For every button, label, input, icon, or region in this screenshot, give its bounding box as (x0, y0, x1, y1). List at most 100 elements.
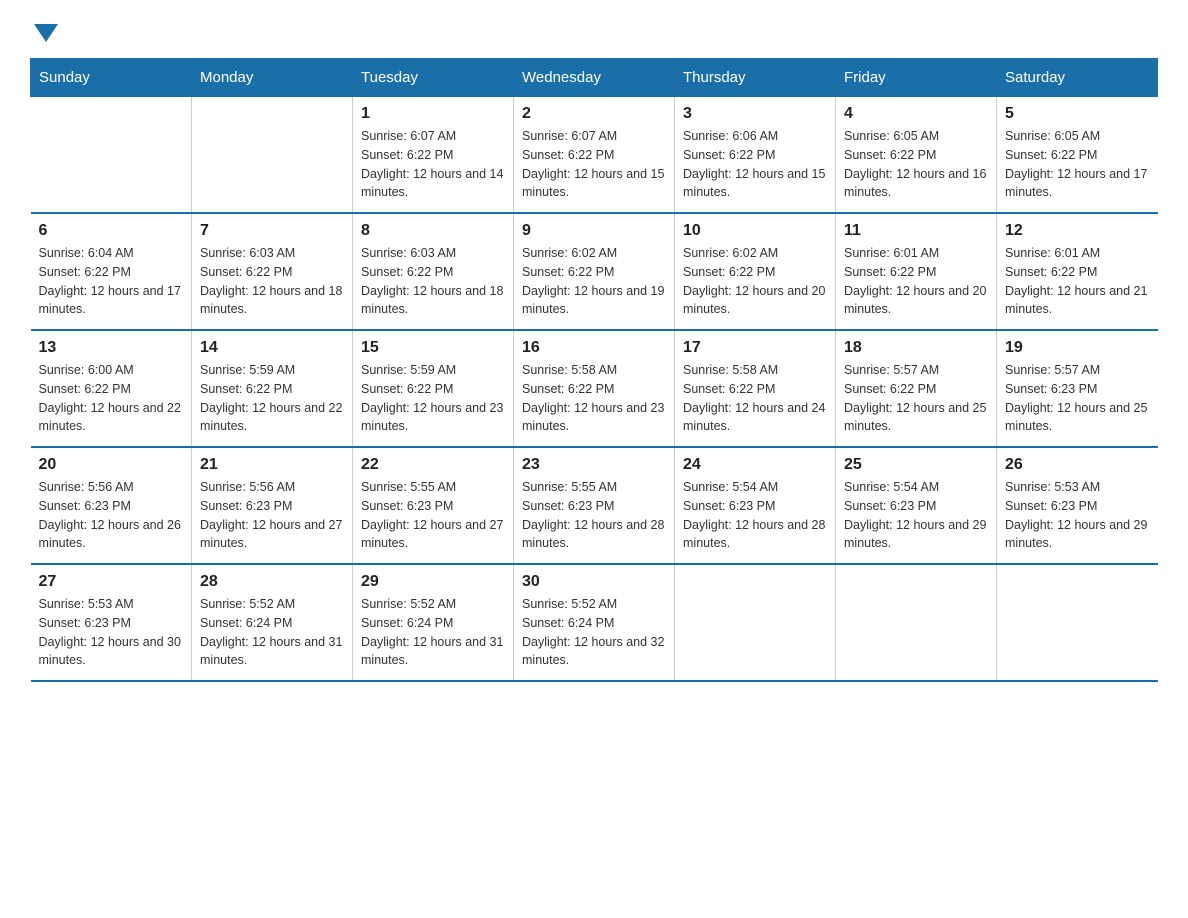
day-number: 13 (39, 339, 184, 357)
weekday-header-wednesday: Wednesday (514, 59, 675, 97)
day-number: 8 (361, 222, 505, 240)
day-info: Sunrise: 5:59 AMSunset: 6:22 PMDaylight:… (361, 361, 505, 436)
calendar-cell (997, 564, 1158, 681)
day-info: Sunrise: 6:07 AMSunset: 6:22 PMDaylight:… (361, 127, 505, 202)
day-info: Sunrise: 6:02 AMSunset: 6:22 PMDaylight:… (522, 244, 666, 319)
day-info: Sunrise: 5:57 AMSunset: 6:22 PMDaylight:… (844, 361, 988, 436)
day-info: Sunrise: 5:52 AMSunset: 6:24 PMDaylight:… (522, 595, 666, 670)
day-info: Sunrise: 5:58 AMSunset: 6:22 PMDaylight:… (522, 361, 666, 436)
day-number: 27 (39, 573, 184, 591)
weekday-header-row: SundayMondayTuesdayWednesdayThursdayFrid… (31, 59, 1158, 97)
logo-arrow-icon (34, 24, 58, 42)
day-info: Sunrise: 5:52 AMSunset: 6:24 PMDaylight:… (200, 595, 344, 670)
weekday-header-sunday: Sunday (31, 59, 192, 97)
logo (30, 20, 58, 40)
calendar-cell: 30Sunrise: 5:52 AMSunset: 6:24 PMDayligh… (514, 564, 675, 681)
day-number: 10 (683, 222, 827, 240)
calendar-body: 1 Sunrise: 6:07 AMSunset: 6:22 PMDaylight… (31, 97, 1158, 682)
day-info: Sunrise: 5:54 AMSunset: 6:23 PMDaylight:… (683, 478, 827, 553)
calendar-week-row: 20 Sunrise: 5:56 AMSunset: 6:23 PMDayligh… (31, 447, 1158, 564)
day-info: Sunrise: 5:53 AMSunset: 6:23 PMDaylight:… (1005, 478, 1150, 553)
calendar-cell (31, 97, 192, 214)
calendar-cell: 4Sunrise: 6:05 AMSunset: 6:22 PMDaylight… (836, 97, 997, 214)
day-info: Sunrise: 5:57 AMSunset: 6:23 PMDaylight:… (1005, 361, 1150, 436)
day-number: 16 (522, 339, 666, 357)
weekday-header-tuesday: Tuesday (353, 59, 514, 97)
calendar-cell: 18 Sunrise: 5:57 AMSunset: 6:22 PMDayligh… (836, 330, 997, 447)
calendar-cell: 22 Sunrise: 5:55 AMSunset: 6:23 PMDayligh… (353, 447, 514, 564)
day-info: Sunrise: 6:01 AMSunset: 6:22 PMDaylight:… (844, 244, 988, 319)
calendar-cell: 26Sunrise: 5:53 AMSunset: 6:23 PMDayligh… (997, 447, 1158, 564)
weekday-header-saturday: Saturday (997, 59, 1158, 97)
calendar-cell: 8Sunrise: 6:03 AMSunset: 6:22 PMDaylight… (353, 213, 514, 330)
day-number: 7 (200, 222, 344, 240)
day-number: 9 (522, 222, 666, 240)
day-info: Sunrise: 6:06 AMSunset: 6:22 PMDaylight:… (683, 127, 827, 202)
calendar-cell: 17 Sunrise: 5:58 AMSunset: 6:22 PMDayligh… (675, 330, 836, 447)
calendar-cell: 19 Sunrise: 5:57 AMSunset: 6:23 PMDayligh… (997, 330, 1158, 447)
calendar-table: SundayMondayTuesdayWednesdayThursdayFrid… (30, 58, 1158, 682)
day-info: Sunrise: 5:55 AMSunset: 6:23 PMDaylight:… (522, 478, 666, 553)
calendar-cell: 21 Sunrise: 5:56 AMSunset: 6:23 PMDayligh… (192, 447, 353, 564)
calendar-cell: 27 Sunrise: 5:53 AMSunset: 6:23 PMDayligh… (31, 564, 192, 681)
calendar-week-row: 1 Sunrise: 6:07 AMSunset: 6:22 PMDaylight… (31, 97, 1158, 214)
day-info: Sunrise: 5:59 AMSunset: 6:22 PMDaylight:… (200, 361, 344, 436)
day-number: 17 (683, 339, 827, 357)
day-info: Sunrise: 6:03 AMSunset: 6:22 PMDaylight:… (200, 244, 344, 319)
day-number: 5 (1005, 105, 1150, 123)
calendar-cell: 13Sunrise: 6:00 AMSunset: 6:22 PMDayligh… (31, 330, 192, 447)
day-info: Sunrise: 6:05 AMSunset: 6:22 PMDaylight:… (1005, 127, 1150, 202)
calendar-cell (192, 97, 353, 214)
day-number: 23 (522, 456, 666, 474)
day-number: 11 (844, 222, 988, 240)
calendar-cell: 16 Sunrise: 5:58 AMSunset: 6:22 PMDayligh… (514, 330, 675, 447)
day-info: Sunrise: 5:56 AMSunset: 6:23 PMDaylight:… (39, 478, 184, 553)
calendar-cell (836, 564, 997, 681)
calendar-cell: 5 Sunrise: 6:05 AMSunset: 6:22 PMDaylight… (997, 97, 1158, 214)
calendar-cell: 23 Sunrise: 5:55 AMSunset: 6:23 PMDayligh… (514, 447, 675, 564)
day-info: Sunrise: 6:07 AMSunset: 6:22 PMDaylight:… (522, 127, 666, 202)
day-number: 25 (844, 456, 988, 474)
day-number: 20 (39, 456, 184, 474)
calendar-cell: 12Sunrise: 6:01 AMSunset: 6:22 PMDayligh… (997, 213, 1158, 330)
calendar-header: SundayMondayTuesdayWednesdayThursdayFrid… (31, 59, 1158, 97)
calendar-week-row: 27 Sunrise: 5:53 AMSunset: 6:23 PMDayligh… (31, 564, 1158, 681)
day-number: 4 (844, 105, 988, 123)
day-number: 21 (200, 456, 344, 474)
weekday-header-friday: Friday (836, 59, 997, 97)
calendar-cell: 14 Sunrise: 5:59 AMSunset: 6:22 PMDayligh… (192, 330, 353, 447)
calendar-cell: 28Sunrise: 5:52 AMSunset: 6:24 PMDayligh… (192, 564, 353, 681)
day-number: 2 (522, 105, 666, 123)
day-info: Sunrise: 5:58 AMSunset: 6:22 PMDaylight:… (683, 361, 827, 436)
day-info: Sunrise: 6:02 AMSunset: 6:22 PMDaylight:… (683, 244, 827, 319)
day-number: 1 (361, 105, 505, 123)
day-number: 12 (1005, 222, 1150, 240)
calendar-cell (675, 564, 836, 681)
day-info: Sunrise: 5:53 AMSunset: 6:23 PMDaylight:… (39, 595, 184, 670)
day-number: 22 (361, 456, 505, 474)
calendar-cell: 10 Sunrise: 6:02 AMSunset: 6:22 PMDayligh… (675, 213, 836, 330)
day-number: 15 (361, 339, 505, 357)
calendar-cell: 9 Sunrise: 6:02 AMSunset: 6:22 PMDaylight… (514, 213, 675, 330)
day-number: 18 (844, 339, 988, 357)
calendar-cell: 1 Sunrise: 6:07 AMSunset: 6:22 PMDaylight… (353, 97, 514, 214)
calendar-cell: 7 Sunrise: 6:03 AMSunset: 6:22 PMDaylight… (192, 213, 353, 330)
calendar-week-row: 13Sunrise: 6:00 AMSunset: 6:22 PMDayligh… (31, 330, 1158, 447)
day-info: Sunrise: 5:54 AMSunset: 6:23 PMDaylight:… (844, 478, 988, 553)
calendar-cell: 6Sunrise: 6:04 AMSunset: 6:22 PMDaylight… (31, 213, 192, 330)
calendar-week-row: 6Sunrise: 6:04 AMSunset: 6:22 PMDaylight… (31, 213, 1158, 330)
day-info: Sunrise: 5:55 AMSunset: 6:23 PMDaylight:… (361, 478, 505, 553)
calendar-cell: 11 Sunrise: 6:01 AMSunset: 6:22 PMDayligh… (836, 213, 997, 330)
calendar-cell: 29Sunrise: 5:52 AMSunset: 6:24 PMDayligh… (353, 564, 514, 681)
weekday-header-thursday: Thursday (675, 59, 836, 97)
page-header (30, 20, 1158, 40)
day-info: Sunrise: 5:56 AMSunset: 6:23 PMDaylight:… (200, 478, 344, 553)
day-number: 29 (361, 573, 505, 591)
day-number: 6 (39, 222, 184, 240)
calendar-cell: 25 Sunrise: 5:54 AMSunset: 6:23 PMDayligh… (836, 447, 997, 564)
day-number: 19 (1005, 339, 1150, 357)
calendar-cell: 2 Sunrise: 6:07 AMSunset: 6:22 PMDaylight… (514, 97, 675, 214)
day-number: 24 (683, 456, 827, 474)
day-number: 14 (200, 339, 344, 357)
calendar-cell: 15 Sunrise: 5:59 AMSunset: 6:22 PMDayligh… (353, 330, 514, 447)
